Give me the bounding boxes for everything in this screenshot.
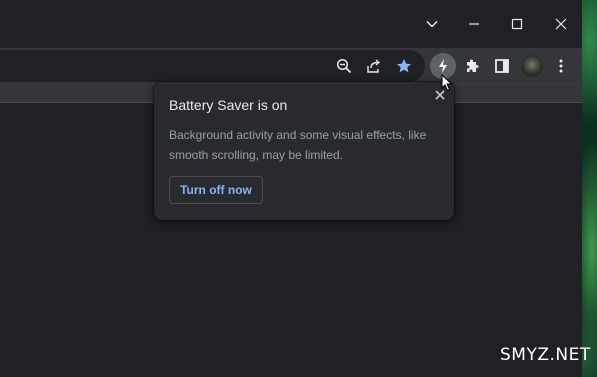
battery-saver-icon [439,59,447,73]
share-icon [367,59,381,73]
close-window-button[interactable] [541,4,581,44]
maximize-icon [511,18,523,30]
bookmark-button[interactable] [392,54,416,78]
maximize-button[interactable] [497,4,537,44]
chevron-down-icon [426,21,438,28]
side-panel-button[interactable] [490,54,514,78]
tab-search-button[interactable] [412,4,452,44]
zoom-button[interactable] [332,54,356,78]
watermark-text: SMYZ.NET [500,345,591,365]
mouse-cursor-icon [441,74,453,92]
close-icon [555,18,567,30]
share-button[interactable] [362,54,386,78]
title-bar [0,0,582,48]
bookmark-star-icon [397,59,411,73]
zoom-out-icon [336,58,352,74]
popup-title: Battery Saver is on [169,97,288,113]
address-bar[interactable] [0,50,425,82]
chrome-menu-button[interactable] [549,54,573,78]
menu-icon [559,59,563,73]
browser-window: Battery Saver is on Background activity … [0,0,582,377]
profile-avatar[interactable] [521,55,543,77]
toolbar [0,48,582,84]
minimize-icon [469,23,479,25]
extensions-icon [467,59,479,72]
side-panel-icon [495,59,509,73]
popup-description: Background activity and some visual effe… [169,128,427,162]
extensions-button[interactable] [460,54,484,78]
battery-saver-popup: Battery Saver is on Background activity … [154,82,454,220]
minimize-button[interactable] [454,4,494,44]
turn-off-now-button[interactable]: Turn off now [169,176,263,204]
